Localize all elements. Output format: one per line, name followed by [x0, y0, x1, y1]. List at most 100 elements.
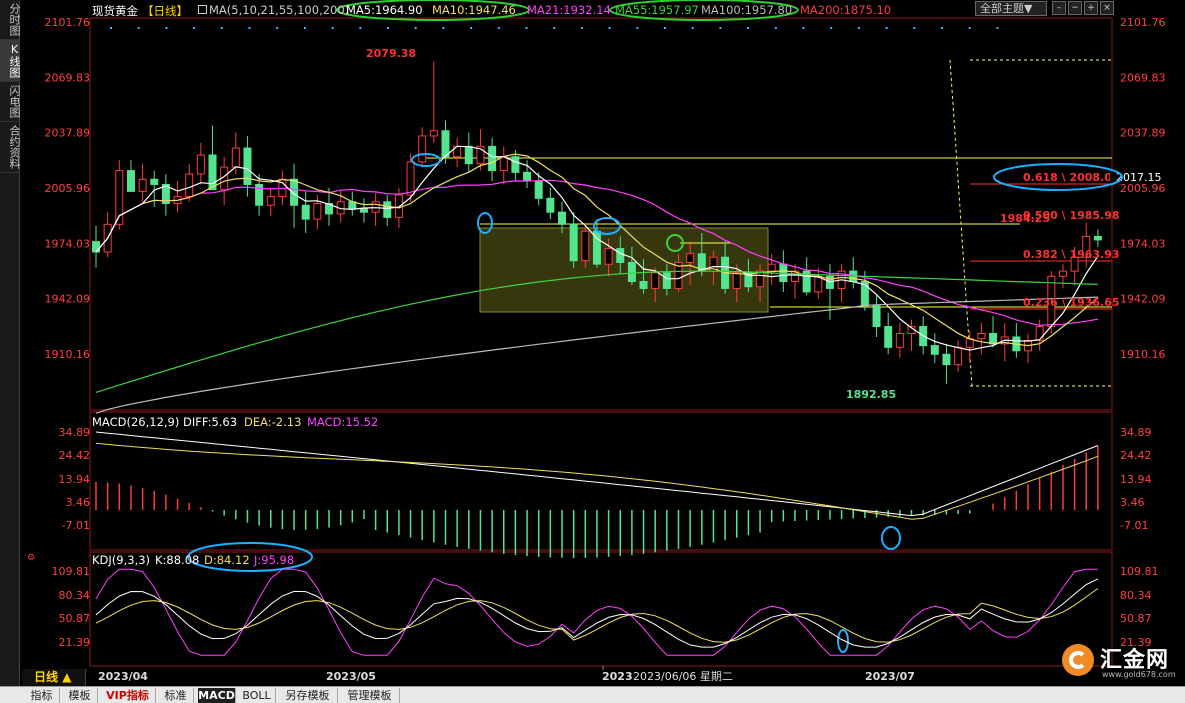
- kdj-j-line: [95, 568, 1098, 656]
- kdj-d-line: [95, 588, 1099, 643]
- event-marker-dot: [387, 27, 389, 29]
- ma100-value: MA100:1957.80: [701, 3, 793, 17]
- candle-down: [872, 305, 881, 328]
- candle-down: [616, 248, 625, 263]
- macd-axis-label: 13.94: [59, 473, 91, 486]
- kdj-d-value: D:84.12: [204, 553, 250, 567]
- candle-up: [1058, 270, 1067, 277]
- fib-0.618-label: 0.618 \ 2008.04: [1023, 171, 1120, 184]
- sidebar-item-kline[interactable]: K线图: [0, 40, 21, 82]
- candle-down: [942, 353, 951, 366]
- candle-down: [546, 197, 555, 213]
- logo-url: www.gold678.com: [1102, 670, 1176, 679]
- event-marker-dot: [553, 27, 556, 29]
- kline-chart[interactable]: 2101.76 2101.76 2069.83 2069.83 2037.89 2037.…: [20, 0, 1185, 686]
- candle-down: [558, 211, 566, 225]
- candle-up: [371, 201, 380, 213]
- tab-standard[interactable]: 标准: [158, 688, 194, 703]
- candle-down: [884, 326, 893, 348]
- candle-down: [662, 272, 671, 289]
- theme-select-label: 全部主题: [980, 2, 1024, 15]
- tab-save-template[interactable]: 另存模板: [278, 688, 338, 703]
- candle-up: [767, 263, 776, 272]
- candle-up: [231, 147, 240, 168]
- macd-axis-label: 34.89: [59, 426, 91, 439]
- x-axis-label: 2023/04: [98, 670, 148, 683]
- ma-params-text: MA(5,10,21,55,100,200): [209, 3, 350, 17]
- event-marker-dot: [996, 27, 999, 29]
- tab-template[interactable]: 模板: [62, 688, 98, 703]
- event-marker-dot: [276, 27, 279, 29]
- candle-down: [383, 201, 392, 218]
- kdj-axis-label-right: 80.34: [1120, 589, 1152, 602]
- indicator-settings-icon[interactable]: ⚙: [27, 553, 35, 563]
- ma-toggle-icon[interactable]: [198, 5, 207, 14]
- candle-up: [686, 253, 695, 263]
- macd-diff-value: DIFF:5.63: [183, 415, 238, 429]
- macd-axis-label: 3.46: [66, 496, 91, 509]
- event-marker-dot: [497, 27, 500, 29]
- kdj-axis-label: 50.87: [59, 612, 91, 625]
- macd-axis-label-right: 34.89: [1120, 426, 1152, 439]
- tab-vip-indicator[interactable]: VIP指标: [100, 688, 156, 703]
- candle-up: [895, 332, 904, 348]
- candle-up: [266, 196, 275, 206]
- y-axis-right-label: 1942.09: [1120, 293, 1166, 306]
- kdj-axis-label: 21.39: [59, 636, 91, 649]
- period-tab-daily[interactable]: 日线 ▲: [22, 669, 86, 686]
- close-icon[interactable]: ×: [1100, 1, 1114, 15]
- annotation-kdj-cross: [837, 629, 849, 653]
- event-marker-dot: [719, 27, 722, 29]
- macd-axis-label-right: 3.46: [1120, 496, 1145, 509]
- candle-down: [523, 171, 532, 182]
- kdj-k-value: K:88.08: [155, 553, 200, 567]
- event-marker-dot: [165, 27, 168, 29]
- tab-macd[interactable]: MACD: [198, 688, 236, 703]
- candle-down: [930, 345, 939, 355]
- zoom-in-icon[interactable]: +: [1084, 1, 1098, 15]
- event-marker-dot: [442, 27, 445, 29]
- event-marker-dot: [470, 27, 473, 29]
- candle-down: [488, 145, 497, 172]
- theme-select[interactable]: 全部主题▼: [975, 1, 1047, 16]
- candle-down: [301, 204, 310, 220]
- macd-dea-line: [95, 442, 1099, 520]
- macd-label: MACD(26,12,9): [92, 415, 180, 429]
- kdj-label: KDJ(9,3,3): [92, 553, 151, 567]
- x-axis-label: 2023/07: [865, 670, 915, 683]
- view-sidebar: 分时图 K线图 闪电图 合约资料: [0, 0, 21, 686]
- y-axis-left-label: 2101.76: [45, 16, 91, 29]
- candle-down: [208, 154, 217, 191]
- candle-up: [977, 332, 986, 340]
- y-axis-right-label: 2037.89: [1120, 127, 1166, 140]
- chevron-down-icon: ▼: [1024, 2, 1033, 15]
- y-axis-right-label: 1910.16: [1120, 348, 1166, 361]
- macd-hist-value: MACD:15.52: [307, 415, 379, 429]
- sidebar-item-contract-info[interactable]: 合约资料: [0, 122, 21, 173]
- candle-down: [639, 281, 648, 289]
- candle-down: [150, 178, 159, 185]
- kdj-j-value: J:95.98: [254, 553, 295, 567]
- zoom-out-icon[interactable]: −: [1068, 1, 1082, 15]
- candle-up: [406, 161, 415, 196]
- y-axis-left-label: 1910.16: [45, 348, 91, 361]
- tab-boll[interactable]: BOLL: [238, 688, 276, 703]
- event-marker-dot: [885, 27, 888, 29]
- ma200-value: MA200:1875.10: [800, 3, 892, 17]
- fib-0.382-label: 0.382 \ 1963.93: [1023, 248, 1120, 261]
- minimize-icon[interactable]: –: [1052, 1, 1066, 15]
- fib-trend-dashed: [949, 59, 973, 387]
- ma5-value: MA5:1964.90: [346, 3, 423, 17]
- event-marker-dot: [359, 27, 362, 29]
- candle-down: [534, 180, 543, 199]
- symbol-title: 现货黄金: [92, 4, 138, 18]
- tab-indicator[interactable]: 指标: [24, 688, 60, 703]
- tab-manage-template[interactable]: 管理模板: [340, 688, 400, 703]
- candle-up: [1035, 326, 1044, 341]
- sidebar-item-flash[interactable]: 闪电图: [0, 82, 21, 122]
- bottom-tab-bar: 指标 模板 VIP指标 标准 MACD BOLL 另存模板 管理模板: [0, 686, 1185, 703]
- candle-down: [989, 332, 998, 345]
- sidebar-item-timeshare[interactable]: 分时图: [0, 0, 21, 40]
- candle-up: [651, 272, 660, 289]
- y-axis-left-label: 2037.89: [45, 127, 91, 140]
